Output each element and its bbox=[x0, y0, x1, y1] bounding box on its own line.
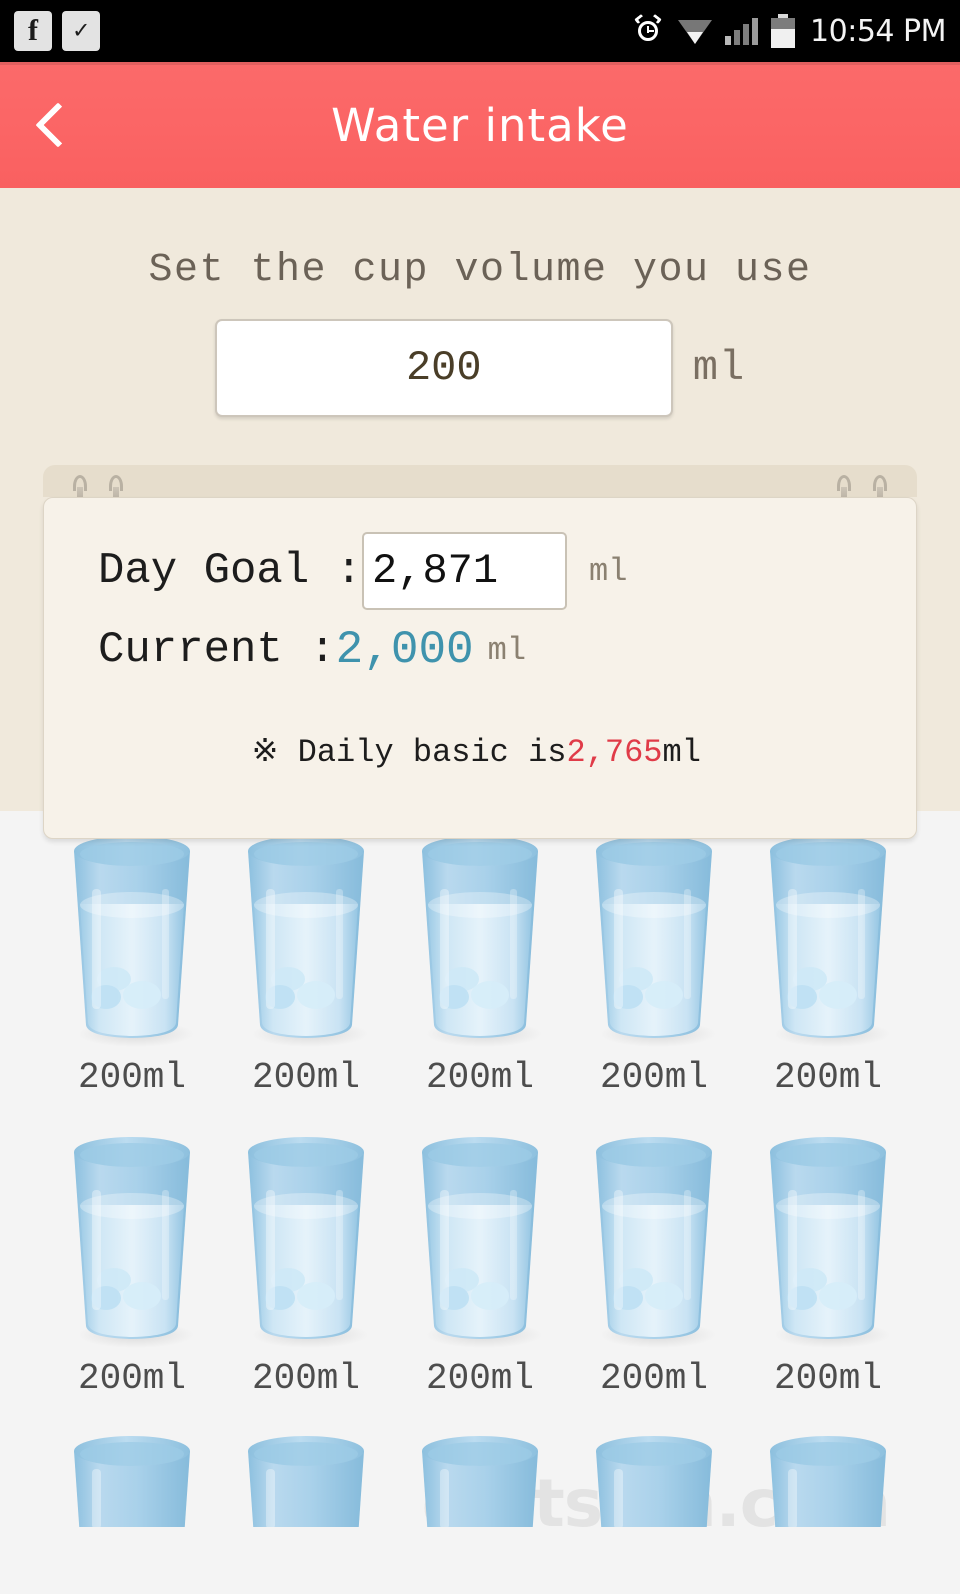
glass-item[interactable]: 200ml bbox=[393, 1130, 567, 1399]
daily-basic-suffix: ml bbox=[662, 734, 701, 771]
daily-basic-note: ※ Daily basic is2,765ml bbox=[98, 694, 916, 808]
chevron-left-icon bbox=[35, 102, 81, 148]
app-header: Water intake bbox=[0, 62, 960, 188]
status-bar-clock: 10:54 PM bbox=[810, 13, 946, 49]
glass-item[interactable] bbox=[393, 1429, 567, 1527]
day-goal-unit: ml bbox=[589, 552, 628, 590]
status-bar-right-icons: 10:54 PM bbox=[634, 13, 946, 49]
water-glass-icon bbox=[58, 1429, 206, 1527]
water-glass-icon bbox=[406, 1130, 554, 1352]
water-glass-icon bbox=[58, 1130, 206, 1352]
water-glass-icon bbox=[580, 1429, 728, 1527]
water-glass-icon bbox=[754, 829, 902, 1051]
glass-label: 200ml bbox=[251, 1057, 361, 1098]
cup-volume-input[interactable] bbox=[214, 319, 673, 417]
glass-label: 200ml bbox=[77, 1057, 187, 1098]
cup-volume-prompt: Set the cup volume you use bbox=[148, 248, 812, 293]
alarm-clock-icon bbox=[634, 13, 665, 47]
back-button[interactable] bbox=[26, 90, 90, 160]
glass-item[interactable]: 200ml bbox=[45, 1130, 219, 1399]
daily-basic-value: 2,765 bbox=[566, 734, 663, 771]
glass-label: 200ml bbox=[599, 1057, 709, 1098]
status-bar: f ✓ 10:54 PM bbox=[0, 0, 960, 62]
glass-item[interactable] bbox=[45, 1429, 219, 1527]
water-glass-icon bbox=[232, 829, 380, 1051]
glass-label: 200ml bbox=[251, 1358, 361, 1399]
glass-item[interactable]: 200ml bbox=[219, 829, 393, 1098]
current-value: 2,000 bbox=[335, 624, 474, 676]
glass-label: 200ml bbox=[425, 1057, 535, 1098]
water-glass-icon bbox=[754, 1130, 902, 1352]
current-row: Current : 2,000 ml bbox=[98, 624, 916, 676]
cup-volume-unit: ml bbox=[692, 344, 746, 392]
glass-item[interactable]: 200ml bbox=[393, 829, 567, 1098]
glass-row-partial bbox=[0, 1399, 960, 1527]
glass-item[interactable] bbox=[567, 1429, 741, 1527]
day-goal-row: Day Goal : ml bbox=[98, 532, 916, 610]
day-goal-input[interactable] bbox=[362, 532, 568, 610]
glass-label: 200ml bbox=[77, 1358, 187, 1399]
page-title: Water intake bbox=[331, 98, 629, 152]
glass-item[interactable]: 200ml bbox=[567, 829, 741, 1098]
water-glass-icon bbox=[232, 1429, 380, 1527]
day-goal-label: Day Goal : bbox=[98, 546, 363, 596]
wifi-icon bbox=[678, 17, 713, 45]
water-glass-icon bbox=[754, 1429, 902, 1527]
water-glass-icon bbox=[406, 1429, 554, 1527]
water-glass-icon bbox=[406, 829, 554, 1051]
battery-icon bbox=[771, 14, 796, 48]
glass-row: 200ml 200ml 200ml 200ml 200ml bbox=[0, 811, 960, 1098]
settings-section: Set the cup volume you use ml Day Goal :… bbox=[0, 188, 960, 839]
current-unit: ml bbox=[487, 631, 527, 669]
goal-card: Day Goal : ml Current : 2,000 ml ※ Daily… bbox=[43, 465, 917, 839]
water-glass-icon bbox=[580, 1130, 728, 1352]
glass-item[interactable]: 200ml bbox=[45, 829, 219, 1098]
glass-label: 200ml bbox=[773, 1057, 883, 1098]
glass-item[interactable] bbox=[741, 1429, 915, 1527]
facebook-icon: f bbox=[14, 11, 52, 51]
water-glass-icon bbox=[58, 829, 206, 1051]
goal-card-body: Day Goal : ml Current : 2,000 ml ※ Daily… bbox=[43, 497, 917, 839]
glass-item[interactable]: 200ml bbox=[741, 1130, 915, 1399]
goal-card-binding-strip bbox=[43, 465, 917, 513]
current-label: Current : bbox=[98, 625, 336, 675]
checkmark-icon: ✓ bbox=[62, 11, 100, 51]
glass-item[interactable] bbox=[219, 1429, 393, 1527]
glass-item[interactable]: 200ml bbox=[219, 1130, 393, 1399]
water-glass-icon bbox=[580, 829, 728, 1051]
glass-item[interactable]: 200ml bbox=[741, 829, 915, 1098]
glass-label: 200ml bbox=[425, 1358, 535, 1399]
daily-basic-prefix: ※ Daily basic is bbox=[251, 734, 567, 771]
glass-row: 200ml 200ml 200ml 200ml 200ml bbox=[0, 1098, 960, 1399]
glass-label: 200ml bbox=[773, 1358, 883, 1399]
glass-item[interactable]: 200ml bbox=[567, 1130, 741, 1399]
water-glass-icon bbox=[232, 1130, 380, 1352]
cup-volume-row: ml bbox=[0, 319, 960, 417]
glass-grid: dietshin.com bbox=[0, 811, 960, 1594]
signal-bars-icon bbox=[725, 17, 759, 45]
glass-label: 200ml bbox=[599, 1358, 709, 1399]
status-bar-left-icons: f ✓ bbox=[14, 11, 100, 51]
